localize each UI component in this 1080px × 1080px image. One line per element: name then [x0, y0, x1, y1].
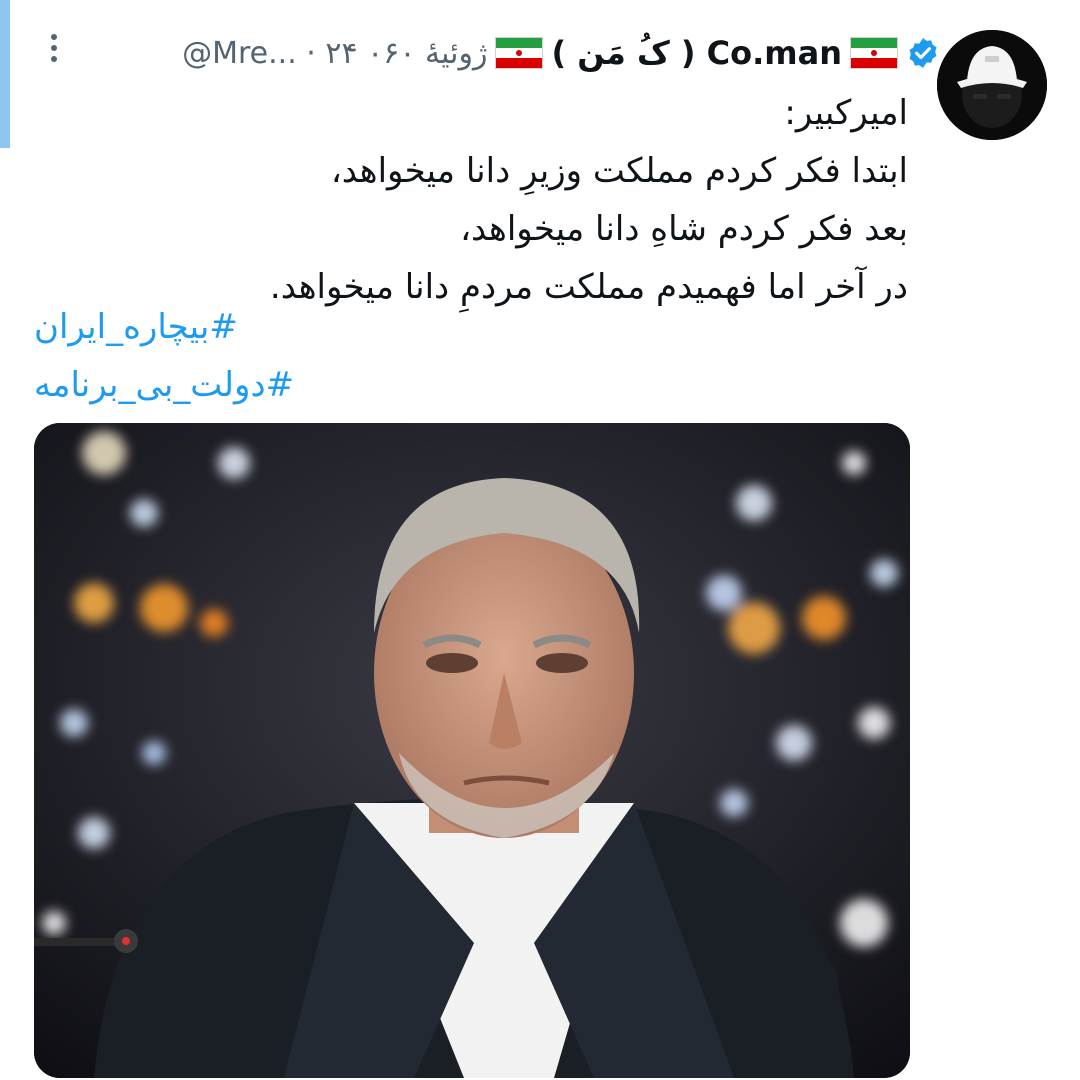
tweet-photo[interactable]	[34, 423, 910, 1078]
hashtag-list: #بیچاره_ایران #دولت_بی_برنامه	[34, 298, 294, 414]
avatar[interactable]	[937, 30, 1047, 140]
tweet-line: ابتدا فکر کردم مملکت وزیرِ دانا میخواهد،	[330, 151, 908, 191]
iran-flag-icon	[495, 37, 544, 69]
tweet-line: امیرکبیر:	[784, 93, 908, 133]
tweet-line: بعد فکر کردم شاهِ دانا میخواهد،	[460, 209, 908, 249]
hashtag-link[interactable]: #بیچاره_ایران	[34, 298, 294, 356]
tweet-body: امیرکبیر: ابتدا فکر کردم مملکت وزیرِ دان…	[108, 84, 908, 316]
tweet-header: ( کُ مَن ) Co.man @Mre... · ۲۴ ژوئیهٔ ۰۶…	[176, 28, 940, 78]
verified-badge-icon	[909, 38, 937, 68]
more-vertical-icon	[51, 34, 57, 40]
hashtag-link[interactable]: #دولت_بی_برنامه	[34, 356, 294, 414]
iran-flag-icon	[850, 37, 898, 69]
display-name[interactable]: ( کُ مَن ) Co.man	[551, 34, 842, 72]
handle-and-date[interactable]: @Mre... · ۲۴ ژوئیهٔ ۰۶۰	[182, 36, 487, 71]
avatar-image	[937, 30, 1047, 140]
photo-image	[34, 423, 910, 1078]
more-options-button[interactable]	[44, 34, 64, 70]
thread-accent-bar	[0, 0, 10, 148]
